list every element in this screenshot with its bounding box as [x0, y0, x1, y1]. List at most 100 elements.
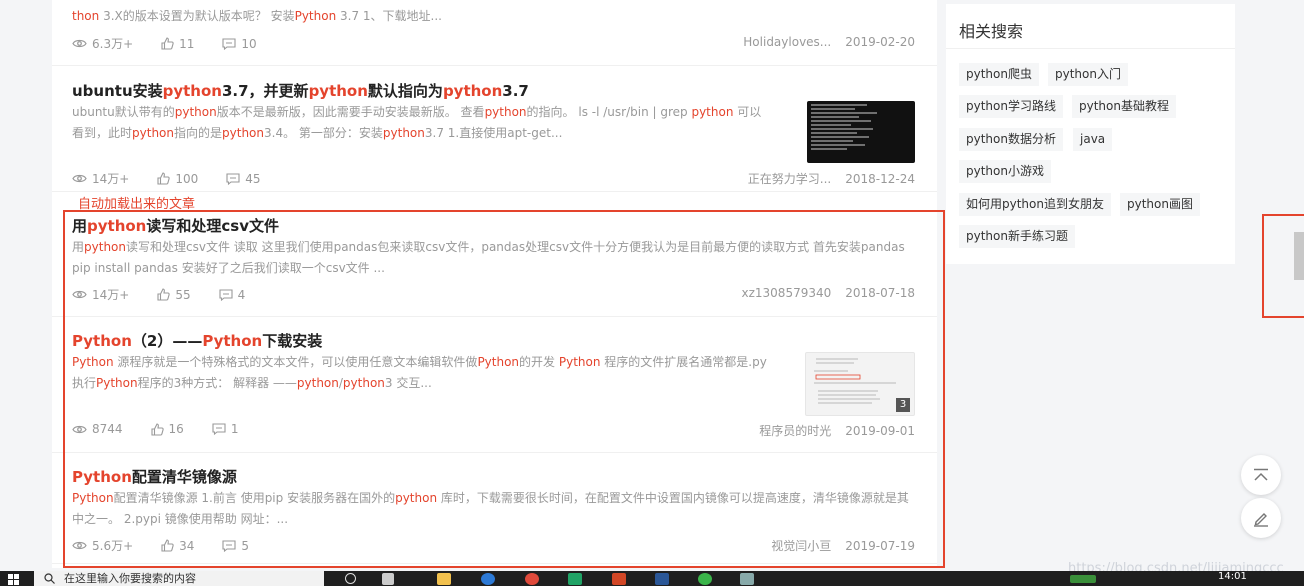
taskbar-app-icon[interactable] — [698, 573, 712, 585]
taskbar-app-icon[interactable] — [740, 573, 754, 585]
article-thumbnail[interactable] — [807, 101, 915, 163]
side-widget[interactable] — [1294, 232, 1304, 280]
article-title[interactable]: 用python读写和处理csv文件 — [72, 215, 279, 236]
search-tag[interactable]: python数据分析 — [959, 128, 1063, 151]
taskbar-app-icon[interactable] — [655, 573, 669, 585]
keyword-highlight: python — [132, 126, 174, 140]
search-tag[interactable]: python小游戏 — [959, 160, 1051, 183]
article-title[interactable]: ubuntu安装python3.7，并更新python默认指向为python3.… — [72, 80, 529, 101]
text-segment: 3.7 1.直接使用apt-get... — [424, 126, 563, 140]
text-segment: 程序的3种方式： 解释器 —— — [137, 376, 297, 390]
comments-stat[interactable]: 10 — [222, 36, 257, 51]
article-byline: xz1308579340 2018-07-18 — [742, 286, 916, 300]
article-summary: Python配置清华镜像源 1.前言 使用pip 安装服务器在国外的python… — [72, 488, 917, 530]
taskbar-app-icon[interactable] — [568, 573, 582, 585]
comments-count: 10 — [241, 36, 257, 51]
search-tag[interactable]: python基础教程 — [1072, 95, 1176, 118]
likes-stat[interactable]: 16 — [150, 422, 184, 436]
search-tag[interactable]: python新手练习题 — [959, 225, 1075, 248]
comments-stat[interactable]: 45 — [226, 172, 261, 186]
article-summary: 用python读写和处理csv文件 读取 这里我们使用pandas包来读取csv… — [72, 237, 917, 279]
views-count: 14万+ — [92, 288, 130, 302]
taskbar-app-icon[interactable] — [345, 573, 356, 584]
related-search-title: 相关搜索 — [959, 22, 1024, 41]
keyword-highlight: python — [442, 82, 503, 100]
text-segment: 下载安装 — [262, 332, 323, 350]
article-title[interactable]: Python配置清华镜像源 — [72, 466, 237, 487]
views-stat: 5.6万+ — [72, 537, 133, 554]
author-name[interactable]: 程序员的时光 — [759, 424, 831, 438]
taskbar-search-input[interactable]: 在这里输入你要搜索的内容 — [34, 571, 324, 586]
keyword-highlight: Python — [72, 355, 114, 369]
publish-date: 2019-02-20 — [845, 35, 915, 49]
article-item[interactable]: Python（2）——Python下载安装 Python 源程序就是一个特殊格式… — [52, 317, 937, 453]
likes-count: 55 — [175, 287, 191, 302]
likes-stat[interactable]: 34 — [161, 539, 194, 553]
likes-count: 34 — [179, 538, 195, 553]
likes-stat[interactable]: 100 — [157, 172, 198, 186]
eye-icon — [72, 425, 87, 433]
clock[interactable]: 14:01 — [1218, 571, 1247, 582]
keyword-highlight: Python — [72, 491, 114, 505]
article-thumbnail[interactable]: 3 — [805, 352, 915, 416]
views-stat: 14万+ — [72, 286, 129, 303]
author-name[interactable]: 视觉闫小亘 — [771, 539, 831, 553]
article-item[interactable]: 用python读写和处理csv文件 用python读写和处理csv文件 读取 这… — [52, 208, 937, 317]
search-tag[interactable]: python学习路线 — [959, 95, 1063, 118]
taskbar-app-icon[interactable] — [481, 573, 495, 585]
publish-date: 2018-07-18 — [845, 286, 915, 300]
views-count: 8744 — [92, 422, 123, 436]
publish-date: 2019-07-19 — [845, 539, 915, 553]
windows-start-icon[interactable] — [8, 574, 19, 585]
comments-stat[interactable]: 5 — [222, 539, 249, 553]
keyword-highlight: Python — [96, 376, 138, 390]
text-segment: 3.7 1、下载地址... — [336, 9, 442, 23]
comment-icon — [219, 288, 233, 301]
likes-stat[interactable]: 11 — [161, 37, 194, 51]
views-count: 5.6万+ — [92, 539, 134, 553]
article-title[interactable]: Python（2）——Python下载安装 — [72, 330, 322, 351]
likes-count: 100 — [175, 171, 199, 186]
text-segment: ubuntu默认带有的 — [72, 105, 175, 119]
author-name[interactable]: 正在努力学习... — [748, 172, 831, 186]
write-button[interactable] — [1241, 498, 1281, 538]
taskbar-app-icon[interactable] — [525, 573, 539, 585]
comment-icon — [212, 423, 226, 435]
article-stats: 14万+ 100 45 — [72, 170, 289, 187]
search-tag[interactable]: java — [1073, 128, 1113, 151]
article-byline: 程序员的时光 2019-09-01 — [759, 422, 915, 439]
divider — [946, 48, 1235, 49]
likes-stat[interactable]: 55 — [157, 287, 191, 302]
text-segment: 版本不是最新版，因此需要手动安装最新版。 查看 — [216, 105, 485, 119]
taskbar-app-icon[interactable] — [382, 573, 394, 585]
article-byline: Holidayloves... 2019-02-20 — [743, 35, 915, 49]
battery-icon[interactable] — [1070, 575, 1096, 583]
comments-stat[interactable]: 4 — [219, 288, 245, 302]
author-name[interactable]: Holidayloves... — [743, 35, 831, 49]
taskbar-app-icon[interactable] — [612, 573, 626, 585]
article-item[interactable]: ubuntu安装python3.7，并更新python默认指向为python3.… — [52, 66, 937, 192]
likes-count: 11 — [179, 36, 195, 51]
eye-icon — [72, 39, 87, 48]
keyword-highlight: python — [484, 105, 527, 119]
comments-stat[interactable]: 1 — [212, 422, 238, 436]
search-tag[interactable]: 如何用python追到女朋友 — [959, 193, 1111, 216]
keyword-highlight: Python — [72, 468, 132, 486]
search-tag[interactable]: python入门 — [1048, 63, 1128, 86]
keyword-highlight: Python — [558, 355, 601, 369]
search-tag[interactable]: python爬虫 — [959, 63, 1039, 86]
article-item[interactable]: Python配置清华镜像源 Python配置清华镜像源 1.前言 使用pip 安… — [52, 453, 937, 564]
keyword-highlight: python — [174, 105, 217, 119]
likes-count: 16 — [168, 422, 184, 436]
article-stats: 8744 16 1 — [72, 422, 266, 436]
author-name[interactable]: xz1308579340 — [742, 286, 832, 300]
search-tag[interactable]: python画图 — [1120, 193, 1200, 216]
taskbar-app-icon[interactable] — [437, 573, 451, 585]
text-segment: 3.7，并更新 — [221, 82, 309, 100]
back-to-top-button[interactable] — [1241, 455, 1281, 495]
search-icon — [44, 573, 55, 584]
views-stat: 8744 — [72, 422, 123, 436]
publish-date: 2018-12-24 — [845, 172, 915, 186]
article-item[interactable]: thon 3.X的版本设置为默认版本呢？ 安装Python 3.7 1、下载地址… — [52, 0, 937, 66]
thumbs-up-icon — [157, 288, 170, 301]
